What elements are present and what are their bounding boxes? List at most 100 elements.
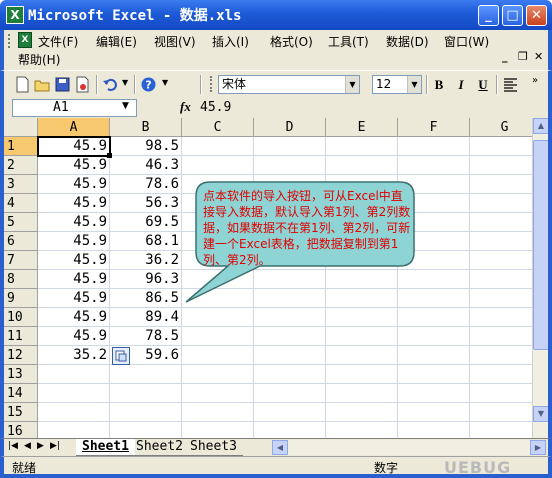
cell-b7[interactable]: 36.2 bbox=[110, 251, 182, 270]
row-header[interactable]: 5 bbox=[4, 213, 38, 232]
cell-a12[interactable]: 35.2 bbox=[38, 346, 110, 365]
cell-f8[interactable] bbox=[398, 270, 470, 289]
column-header-e[interactable]: E bbox=[326, 118, 398, 137]
row-header[interactable]: 1 bbox=[4, 137, 38, 156]
column-header-b[interactable]: B bbox=[110, 118, 182, 137]
cell-a8[interactable]: 45.9 bbox=[38, 270, 110, 289]
cell-c15[interactable] bbox=[182, 403, 254, 422]
new-document-icon[interactable] bbox=[14, 76, 31, 93]
cell-b5[interactable]: 69.5 bbox=[110, 213, 182, 232]
cell-a2[interactable]: 45.9 bbox=[38, 156, 110, 175]
menu-tools[interactable]: 工具(T) bbox=[328, 33, 369, 50]
open-folder-icon[interactable] bbox=[34, 76, 51, 93]
cell-a15[interactable] bbox=[38, 403, 110, 422]
vertical-scrollbar[interactable]: ▲ ▼ bbox=[532, 118, 548, 438]
column-header-f[interactable]: F bbox=[398, 118, 470, 137]
cell-d14[interactable] bbox=[254, 384, 326, 403]
cell-d15[interactable] bbox=[254, 403, 326, 422]
cell-b4[interactable]: 56.3 bbox=[110, 194, 182, 213]
cell-e1[interactable] bbox=[326, 137, 398, 156]
column-header-g[interactable]: G bbox=[470, 118, 540, 137]
cell-e2[interactable] bbox=[326, 156, 398, 175]
cell-d2[interactable] bbox=[254, 156, 326, 175]
italic-button[interactable]: I bbox=[452, 76, 470, 94]
cell-b15[interactable] bbox=[110, 403, 182, 422]
row-header[interactable]: 3 bbox=[4, 175, 38, 194]
help-icon[interactable]: ? bbox=[140, 76, 157, 93]
scroll-up-icon[interactable]: ▲ bbox=[533, 118, 548, 134]
cell-g12[interactable] bbox=[470, 346, 540, 365]
cell-g1[interactable] bbox=[470, 137, 540, 156]
cell-f9[interactable] bbox=[398, 289, 470, 308]
menu-grip-handle[interactable] bbox=[8, 34, 16, 48]
cell-g15[interactable] bbox=[470, 403, 540, 422]
cell-g3[interactable] bbox=[470, 175, 540, 194]
scroll-down-icon[interactable]: ▼ bbox=[533, 406, 548, 422]
cell-c9[interactable] bbox=[182, 289, 254, 308]
menu-file[interactable]: 文件(F) bbox=[38, 33, 78, 50]
row-header[interactable]: 14 bbox=[4, 384, 38, 403]
undo-icon[interactable] bbox=[102, 76, 119, 93]
chevron-down-icon[interactable]: ▼ bbox=[407, 76, 421, 93]
cell-g10[interactable] bbox=[470, 308, 540, 327]
cell-b13[interactable] bbox=[110, 365, 182, 384]
name-box[interactable]: A1 bbox=[12, 99, 137, 117]
save-icon[interactable] bbox=[54, 76, 71, 93]
row-header[interactable]: 9 bbox=[4, 289, 38, 308]
cell-b11[interactable]: 78.5 bbox=[110, 327, 182, 346]
row-header[interactable]: 16 bbox=[4, 422, 38, 438]
cell-b2[interactable]: 46.3 bbox=[110, 156, 182, 175]
select-all-corner[interactable] bbox=[4, 118, 38, 137]
cell-g4[interactable] bbox=[470, 194, 540, 213]
cell-d10[interactable] bbox=[254, 308, 326, 327]
cell-g9[interactable] bbox=[470, 289, 540, 308]
row-header[interactable]: 10 bbox=[4, 308, 38, 327]
cell-g16[interactable] bbox=[470, 422, 540, 438]
tab-sheet1[interactable]: Sheet1 bbox=[76, 439, 135, 456]
row-header[interactable]: 8 bbox=[4, 270, 38, 289]
cell-b6[interactable]: 68.1 bbox=[110, 232, 182, 251]
document-icon[interactable]: X bbox=[18, 32, 32, 48]
menu-insert[interactable]: 插入(I) bbox=[212, 33, 249, 50]
cell-b16[interactable] bbox=[110, 422, 182, 438]
cell-a7[interactable]: 45.9 bbox=[38, 251, 110, 270]
menu-view[interactable]: 视图(V) bbox=[154, 33, 196, 50]
font-size-select[interactable]: 12 ▼ bbox=[372, 75, 422, 94]
cell-d12[interactable] bbox=[254, 346, 326, 365]
minimize-button[interactable]: _ bbox=[478, 5, 499, 26]
menu-edit[interactable]: 编辑(E) bbox=[96, 33, 137, 50]
cell-a16[interactable] bbox=[38, 422, 110, 438]
fill-handle[interactable] bbox=[107, 153, 112, 158]
column-header-a[interactable]: A bbox=[38, 118, 110, 137]
first-sheet-icon[interactable]: |◀ bbox=[8, 441, 18, 451]
cell-c14[interactable] bbox=[182, 384, 254, 403]
bold-button[interactable]: B bbox=[430, 76, 448, 94]
cell-f2[interactable] bbox=[398, 156, 470, 175]
cell-f13[interactable] bbox=[398, 365, 470, 384]
cell-b10[interactable]: 89.4 bbox=[110, 308, 182, 327]
row-header[interactable]: 2 bbox=[4, 156, 38, 175]
cell-e15[interactable] bbox=[326, 403, 398, 422]
cell-d8[interactable] bbox=[254, 270, 326, 289]
cell-b14[interactable] bbox=[110, 384, 182, 403]
cell-f10[interactable] bbox=[398, 308, 470, 327]
doc-minimize-button[interactable]: _ bbox=[502, 50, 508, 63]
cell-g5[interactable] bbox=[470, 213, 540, 232]
underline-button[interactable]: U bbox=[474, 76, 492, 94]
cell-a5[interactable]: 45.9 bbox=[38, 213, 110, 232]
help-dropdown-icon[interactable]: ▼ bbox=[162, 78, 168, 87]
row-header[interactable]: 7 bbox=[4, 251, 38, 270]
toolbar-grip[interactable] bbox=[210, 76, 213, 92]
cell-b3[interactable]: 78.6 bbox=[110, 175, 182, 194]
cell-c1[interactable] bbox=[182, 137, 254, 156]
cell-a10[interactable]: 45.9 bbox=[38, 308, 110, 327]
tab-sheet2[interactable]: Sheet2 bbox=[130, 439, 189, 456]
cell-d9[interactable] bbox=[254, 289, 326, 308]
row-header[interactable]: 13 bbox=[4, 365, 38, 384]
formula-input[interactable]: 45.9 bbox=[200, 100, 542, 116]
cell-g14[interactable] bbox=[470, 384, 540, 403]
toolbar-options-icon[interactable]: » bbox=[532, 75, 538, 86]
cell-a9[interactable]: 45.9 bbox=[38, 289, 110, 308]
name-box-dropdown-icon[interactable]: ▼ bbox=[122, 101, 129, 111]
cell-f14[interactable] bbox=[398, 384, 470, 403]
